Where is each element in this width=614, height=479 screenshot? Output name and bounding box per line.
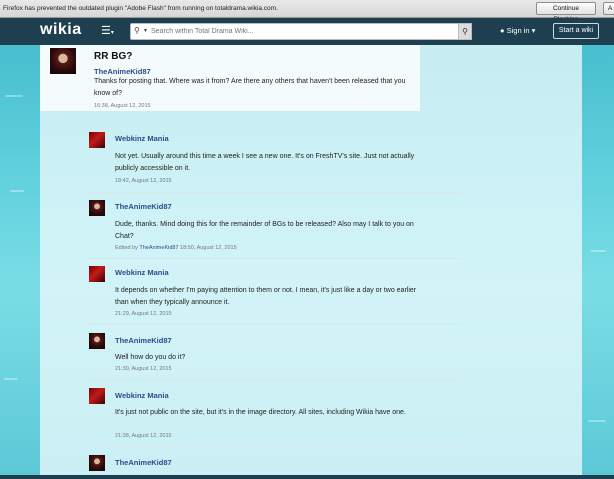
sign-in-label: Sign in [506,26,530,35]
reply-author-link[interactable]: Webkinz Mania [115,268,169,277]
search-icon[interactable]: ⚲ [134,26,140,35]
edited-by-link[interactable]: TheAnimeKid87 [139,245,178,251]
plugin-notification-bar: Firefox has prevented the outdated plugi… [0,0,614,23]
reply-author-link[interactable]: TheAnimeKid87 [115,458,172,467]
thread-title: RR BG? [94,51,133,62]
search-input[interactable] [151,25,451,38]
reply-divider [87,446,462,447]
avatar[interactable] [89,200,105,216]
thread-opening-post: RR BG? TheAnimeKid87 Thanks for posting … [40,45,421,111]
chevron-down-icon[interactable]: ▾ [144,27,147,34]
post-timestamp[interactable]: 16:38, August 12, 2015 [94,103,151,109]
reply-text: Not yet. Usually around this time a week… [115,153,415,172]
continue-blocking-button[interactable]: Continue Blocking [536,2,596,23]
reply-edited-note: Edited by TheAnimeKid87 18:50, August 12… [115,245,237,251]
reply-timestamp[interactable]: 21:38, August 12, 2015 [115,433,172,439]
reply-timestamp[interactable]: 21:30, August 12, 2015 [115,366,172,372]
background-wave [5,95,23,97]
reply-timestamp[interactable]: 21:29, August 12, 2015 [115,311,172,317]
background-wave [590,250,606,252]
reply-text: It depends on whether I'm paying attenti… [115,287,417,306]
background-wave [4,378,18,380]
avatar[interactable] [50,48,76,74]
reply-text: Well how do you do it? [115,354,186,361]
background-wave [588,420,606,422]
hamburger-menu-icon[interactable]: ☰▾ [101,24,114,37]
post-author-link[interactable]: TheAnimeKid87 [94,67,151,76]
reply-author-link[interactable]: TheAnimeKid87 [115,202,172,211]
post-text: Thanks for posting that. Where was it fr… [94,78,406,97]
background-wave [10,190,24,192]
avatar[interactable] [89,333,105,349]
avatar[interactable] [89,266,105,282]
bottom-toolbar [0,475,614,479]
sign-in-link[interactable]: ● Sign in ▾ [500,26,535,35]
search-box: ⚲ ▾ ⚲ [130,23,472,40]
reply-text: It's just not public on the site, but it… [115,409,406,416]
reply-timestamp[interactable]: 18:42, August 12, 2015 [115,178,172,184]
reply-divider [87,258,462,259]
avatar[interactable] [89,388,105,404]
start-wiki-button[interactable]: Start a wiki [553,23,599,39]
reply-divider [87,379,462,380]
avatar[interactable] [89,455,105,471]
reply-author-link[interactable]: Webkinz Mania [115,134,169,143]
global-navigation: wikia ☰▾ ⚲ ▾ ⚲ ● Sign in ▾ Start a wiki [0,18,614,45]
reply-timestamp[interactable]: 18:50, August 12, 2015 [180,245,237,251]
reply-divider [87,192,462,193]
reply-author-link[interactable]: TheAnimeKid87 [115,336,172,345]
reply-author-link[interactable]: Webkinz Mania [115,391,169,400]
user-icon: ● [500,26,505,35]
avatar[interactable] [89,132,105,148]
thread-content: RR BG? TheAnimeKid87 Thanks for posting … [40,45,582,479]
wikia-logo[interactable]: wikia [40,21,82,39]
reply-text: Dude, thanks. Mind doing this for the re… [115,221,414,240]
plugin-notification-message: Firefox has prevented the outdated plugi… [3,5,278,12]
chevron-down-icon: ▾ [531,26,536,35]
allow-plugin-button[interactable]: A [603,2,614,15]
reply-divider [87,324,462,325]
search-submit-icon[interactable]: ⚲ [458,23,472,40]
edited-prefix: Edited by [115,245,138,251]
